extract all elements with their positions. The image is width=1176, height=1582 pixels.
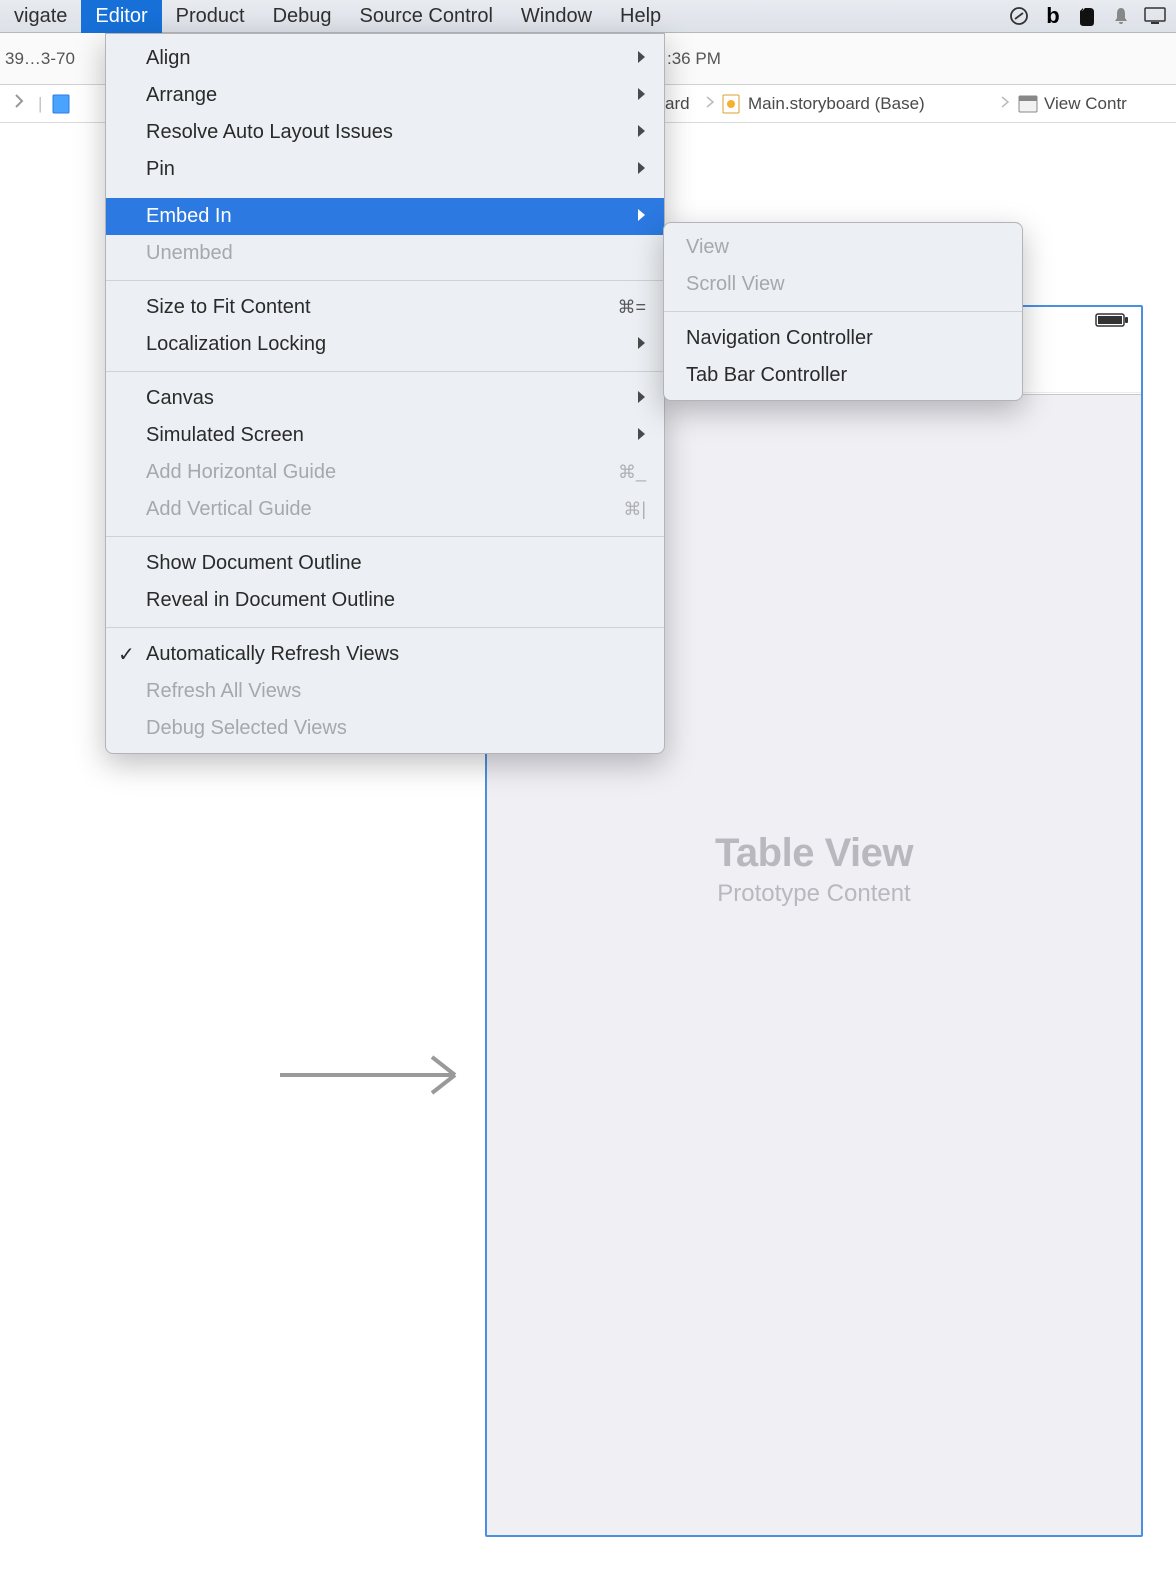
menubar-item-window[interactable]: Window [507, 0, 606, 33]
menubar: vigate Editor Product Debug Source Contr… [0, 0, 1176, 33]
tray-circle-icon[interactable] [1008, 5, 1030, 27]
submenu-arrow-icon [636, 387, 646, 410]
menu-align[interactable]: Align [106, 40, 664, 77]
menu-localization-label: Localization Locking [146, 333, 326, 356]
menu-size-to-fit-label: Size to Fit Content [146, 296, 311, 319]
breadcrumb-vc[interactable]: View Contr [1044, 94, 1127, 114]
menu-canvas-label: Canvas [146, 387, 214, 410]
breadcrumb-main[interactable]: Main.storyboard (Base) [748, 94, 925, 114]
submenu-arrow-icon [636, 205, 646, 228]
tray-bell-icon[interactable] [1110, 5, 1132, 27]
submenu-arrow-icon [636, 84, 646, 107]
editor-menu: Align Arrange Resolve Auto Layout Issues… [105, 33, 665, 754]
menu-add-v-guide-shortcut: ⌘| [623, 499, 646, 520]
menu-simulated-screen-label: Simulated Screen [146, 424, 304, 447]
menubar-item-navigate[interactable]: vigate [0, 0, 81, 33]
menu-divider [106, 280, 664, 281]
menubar-tray: b [1008, 5, 1176, 27]
menu-divider [106, 371, 664, 372]
submenu-arrow-icon [636, 424, 646, 447]
menu-embed-in-label: Embed In [146, 205, 232, 228]
menubar-item-product[interactable]: Product [162, 0, 259, 33]
menu-divider [106, 536, 664, 537]
toolbar-text-right: :36 PM [667, 49, 721, 69]
menu-add-v-guide: Add Vertical Guide ⌘| [106, 491, 664, 528]
pathbar-back-icon[interactable] [10, 93, 28, 114]
menu-refresh-all-views: Refresh All Views [106, 673, 664, 710]
menu-arrange[interactable]: Arrange [106, 77, 664, 114]
menu-unembed: Unembed [106, 235, 664, 272]
menu-debug-selected-label: Debug Selected Views [146, 717, 347, 740]
viewcontroller-icon [1018, 95, 1038, 113]
pathbar-pipe: | [32, 94, 48, 114]
tray-b-icon[interactable]: b [1042, 5, 1064, 27]
submenu-tab-label: Tab Bar Controller [686, 364, 847, 387]
submenu-navigation-controller[interactable]: Navigation Controller [664, 320, 1022, 357]
submenu-view-label: View [686, 236, 729, 259]
menu-resolve-auto-layout[interactable]: Resolve Auto Layout Issues [106, 114, 664, 151]
menu-size-to-fit-shortcut: ⌘= [617, 297, 646, 318]
submenu-view: View [664, 229, 1022, 266]
menu-size-to-fit[interactable]: Size to Fit Content ⌘= [106, 289, 664, 326]
battery-icon [1095, 312, 1129, 331]
menu-add-v-guide-label: Add Vertical Guide [146, 498, 312, 521]
menu-auto-refresh-views[interactable]: ✓ Automatically Refresh Views [106, 636, 664, 673]
menu-arrange-label: Arrange [146, 84, 217, 107]
menubar-left: vigate Editor Product Debug Source Contr… [0, 0, 1008, 33]
menu-pin[interactable]: Pin [106, 151, 664, 188]
menu-unembed-label: Unembed [146, 242, 233, 265]
menu-add-h-guide: Add Horizontal Guide ⌘_ [106, 454, 664, 491]
menu-resolve-label: Resolve Auto Layout Issues [146, 121, 393, 144]
toolbar-text-left: 39…3-70 [5, 49, 75, 69]
menu-add-h-guide-shortcut: ⌘_ [618, 462, 646, 483]
breadcrumb-ard[interactable]: ard [665, 94, 690, 114]
submenu-arrow-icon [636, 333, 646, 356]
menubar-item-editor[interactable]: Editor [81, 0, 161, 33]
menu-auto-refresh-label: Automatically Refresh Views [146, 643, 399, 666]
menu-reveal-doc-outline[interactable]: Reveal in Document Outline [106, 582, 664, 619]
submenu-arrow-icon [636, 158, 646, 181]
menu-add-h-guide-label: Add Horizontal Guide [146, 461, 336, 484]
embed-in-submenu: View Scroll View Navigation Controller T… [663, 222, 1023, 401]
xcode-file-icon [52, 94, 70, 114]
table-view-subtitle: Prototype Content [717, 880, 910, 908]
menu-show-doc-outline[interactable]: Show Document Outline [106, 545, 664, 582]
tray-display-icon[interactable] [1144, 5, 1166, 27]
menu-embed-in[interactable]: Embed In [106, 198, 664, 235]
tray-evernote-icon[interactable] [1076, 5, 1098, 27]
checkmark-icon: ✓ [118, 642, 135, 667]
menu-show-doc-outline-label: Show Document Outline [146, 552, 362, 575]
submenu-scroll-view: Scroll View [664, 266, 1022, 303]
menu-canvas[interactable]: Canvas [106, 380, 664, 417]
menu-localization-locking[interactable]: Localization Locking [106, 326, 664, 363]
menu-simulated-screen[interactable]: Simulated Screen [106, 417, 664, 454]
submenu-arrow-icon [636, 121, 646, 144]
submenu-arrow-icon [636, 47, 646, 70]
submenu-nav-label: Navigation Controller [686, 327, 873, 350]
chevron-right-icon [705, 94, 715, 114]
submenu-scroll-view-label: Scroll View [686, 273, 785, 296]
chevron-right-icon-2 [1000, 94, 1010, 114]
table-view-title: Table View [715, 831, 913, 876]
menu-align-label: Align [146, 47, 190, 70]
menu-pin-label: Pin [146, 158, 175, 181]
menubar-item-debug[interactable]: Debug [259, 0, 346, 33]
storyboard-file-icon [722, 94, 740, 114]
menubar-item-help[interactable]: Help [606, 0, 675, 33]
submenu-tab-bar-controller[interactable]: Tab Bar Controller [664, 357, 1022, 394]
menubar-item-source-control[interactable]: Source Control [346, 0, 507, 33]
menu-debug-selected-views: Debug Selected Views [106, 710, 664, 747]
menu-refresh-all-label: Refresh All Views [146, 680, 301, 703]
menu-reveal-doc-outline-label: Reveal in Document Outline [146, 589, 395, 612]
menu-divider [106, 627, 664, 628]
menu-divider [664, 311, 1022, 312]
arrow-annotation-icon [280, 1045, 480, 1110]
